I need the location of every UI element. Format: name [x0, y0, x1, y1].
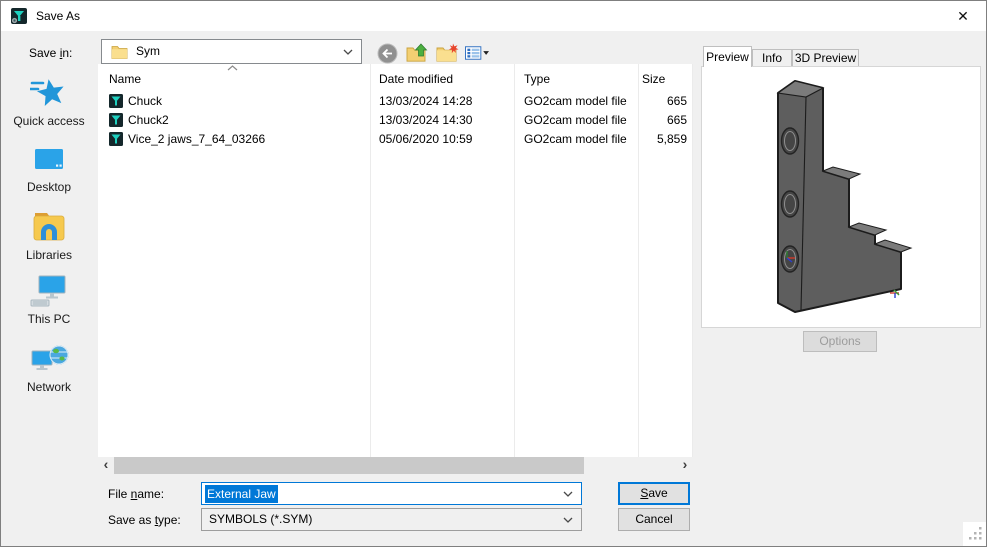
sidebar-label: Quick access [13, 114, 84, 128]
3d-model-preview[interactable] [702, 67, 980, 327]
file-type-cell: GO2cam model file [524, 92, 627, 111]
scroll-right-icon[interactable]: › [677, 457, 693, 474]
file-size-cell: 665 [618, 111, 687, 130]
resize-grip-icon [963, 522, 986, 546]
scroll-left-icon[interactable]: ‹ [98, 457, 114, 474]
go2cam-file-icon [109, 132, 123, 146]
file-name-label: File name: [108, 487, 164, 501]
sidebar-label: Libraries [26, 248, 72, 262]
view-menu-icon [465, 45, 489, 61]
chevron-down-icon[interactable] [563, 491, 573, 497]
sidebar-label: Desktop [27, 180, 71, 194]
save-as-dialog: Save As ✕ Save in: Sym [0, 0, 987, 547]
desktop-icon [30, 143, 68, 177]
back-button[interactable] [375, 41, 399, 65]
column-header-type[interactable]: Type [524, 72, 550, 86]
file-name-cell: Chuck [109, 92, 162, 111]
file-size-cell: 5,859 [618, 130, 687, 149]
column-header-name[interactable]: Name [109, 72, 141, 86]
this-pc-icon [29, 273, 69, 309]
file-name-cell: Chuck2 [109, 111, 169, 130]
sidebar-item-libraries[interactable]: Libraries [2, 209, 96, 262]
sidebar-item-network[interactable]: Network [2, 341, 96, 394]
chevron-down-icon[interactable] [343, 49, 353, 55]
file-type-cell: GO2cam model file [524, 111, 627, 130]
save-in-label: Save in: [29, 46, 72, 60]
preview-pane [701, 66, 981, 328]
close-icon[interactable]: ✕ [940, 1, 986, 31]
chevron-down-icon[interactable] [563, 517, 573, 523]
cancel-button[interactable]: Cancel [618, 508, 690, 531]
create-new-folder-button[interactable] [435, 41, 459, 65]
back-arrow-icon [377, 43, 398, 64]
title-bar[interactable]: Save As ✕ [1, 1, 986, 31]
up-one-level-button[interactable] [405, 41, 429, 65]
sidebar-item-desktop[interactable]: Desktop [2, 143, 96, 194]
file-date-cell: 13/03/2024 14:28 [379, 92, 472, 111]
navigation-toolbar [375, 40, 489, 66]
save-as-type-select[interactable]: SYMBOLS (*.SYM) [201, 508, 582, 531]
sidebar-label: Network [27, 380, 71, 394]
go2cam-file-icon [109, 94, 123, 108]
file-date-cell: 05/06/2020 10:59 [379, 130, 472, 149]
window-title: Save As [36, 1, 80, 31]
libraries-icon [30, 209, 68, 245]
file-size-cell: 665 [618, 92, 687, 111]
resize-grip[interactable] [963, 522, 986, 546]
file-name-cell: Vice_2 jaws_7_64_03266 [109, 130, 265, 149]
file-date-cell: 13/03/2024 14:30 [379, 111, 472, 130]
network-icon [29, 341, 69, 377]
sort-ascending-icon [227, 65, 238, 71]
file-name-input[interactable]: External Jaw [201, 482, 582, 505]
scrollbar-thumb[interactable] [114, 457, 584, 474]
options-button[interactable]: Options [803, 331, 877, 352]
column-header-date-modified[interactable]: Date modified [379, 72, 453, 86]
new-folder-icon [436, 43, 459, 63]
sidebar-label: This PC [28, 312, 71, 326]
save-in-combobox[interactable]: Sym [101, 39, 362, 64]
horizontal-scrollbar[interactable]: ‹ › [98, 457, 693, 474]
quick-access-icon [30, 75, 68, 111]
file-name-value[interactable]: External Jaw [205, 485, 278, 503]
folder-icon [111, 44, 128, 59]
sidebar-item-quick-access[interactable]: Quick access [2, 75, 96, 128]
tab-preview[interactable]: Preview [703, 46, 752, 67]
file-row-chuck[interactable]: Chuck 13/03/2024 14:28 GO2cam model file… [98, 92, 693, 111]
file-type-cell: GO2cam model file [524, 130, 627, 149]
save-in-value: Sym [136, 40, 160, 63]
sidebar-item-this-pc[interactable]: This PC [2, 273, 96, 326]
folder-up-icon [406, 43, 429, 63]
save-as-type-label: Save as type: [108, 513, 181, 527]
column-header-size[interactable]: Size [642, 72, 665, 86]
go2cam-app-icon [10, 7, 28, 25]
file-row-vice-jaws[interactable]: Vice_2 jaws_7_64_03266 05/06/2020 10:59 … [98, 130, 693, 149]
save-as-type-value: SYMBOLS (*.SYM) [209, 509, 312, 530]
view-menu-button[interactable] [465, 41, 489, 65]
save-button[interactable]: Save [618, 482, 690, 505]
file-row-chuck2[interactable]: Chuck2 13/03/2024 14:30 GO2cam model fil… [98, 111, 693, 130]
tab-3d-preview[interactable]: 3D Preview [792, 49, 859, 67]
file-list: Name Date modified Type Size Chuck 13/03… [98, 64, 693, 474]
tab-info[interactable]: Info [752, 49, 792, 67]
go2cam-file-icon [109, 113, 123, 127]
